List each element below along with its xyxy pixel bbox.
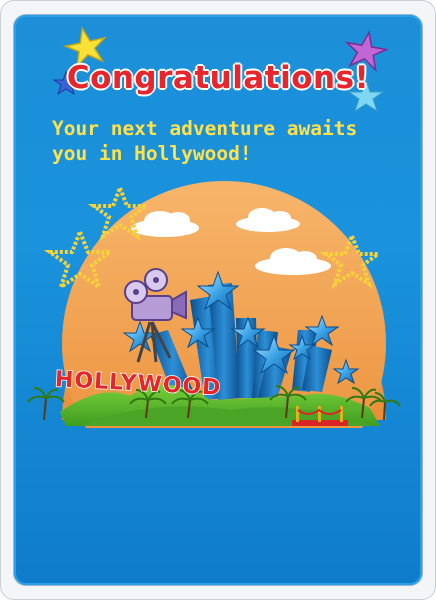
message-line-1: Your next adventure awaits <box>52 117 358 140</box>
message-line-2: you in Hollywood! <box>52 142 252 165</box>
palm-tree-icon <box>27 387 65 421</box>
adventure-message: Your next adventure awaits you in Hollyw… <box>52 116 392 166</box>
congratulations-title: Congratulations! <box>66 60 370 96</box>
